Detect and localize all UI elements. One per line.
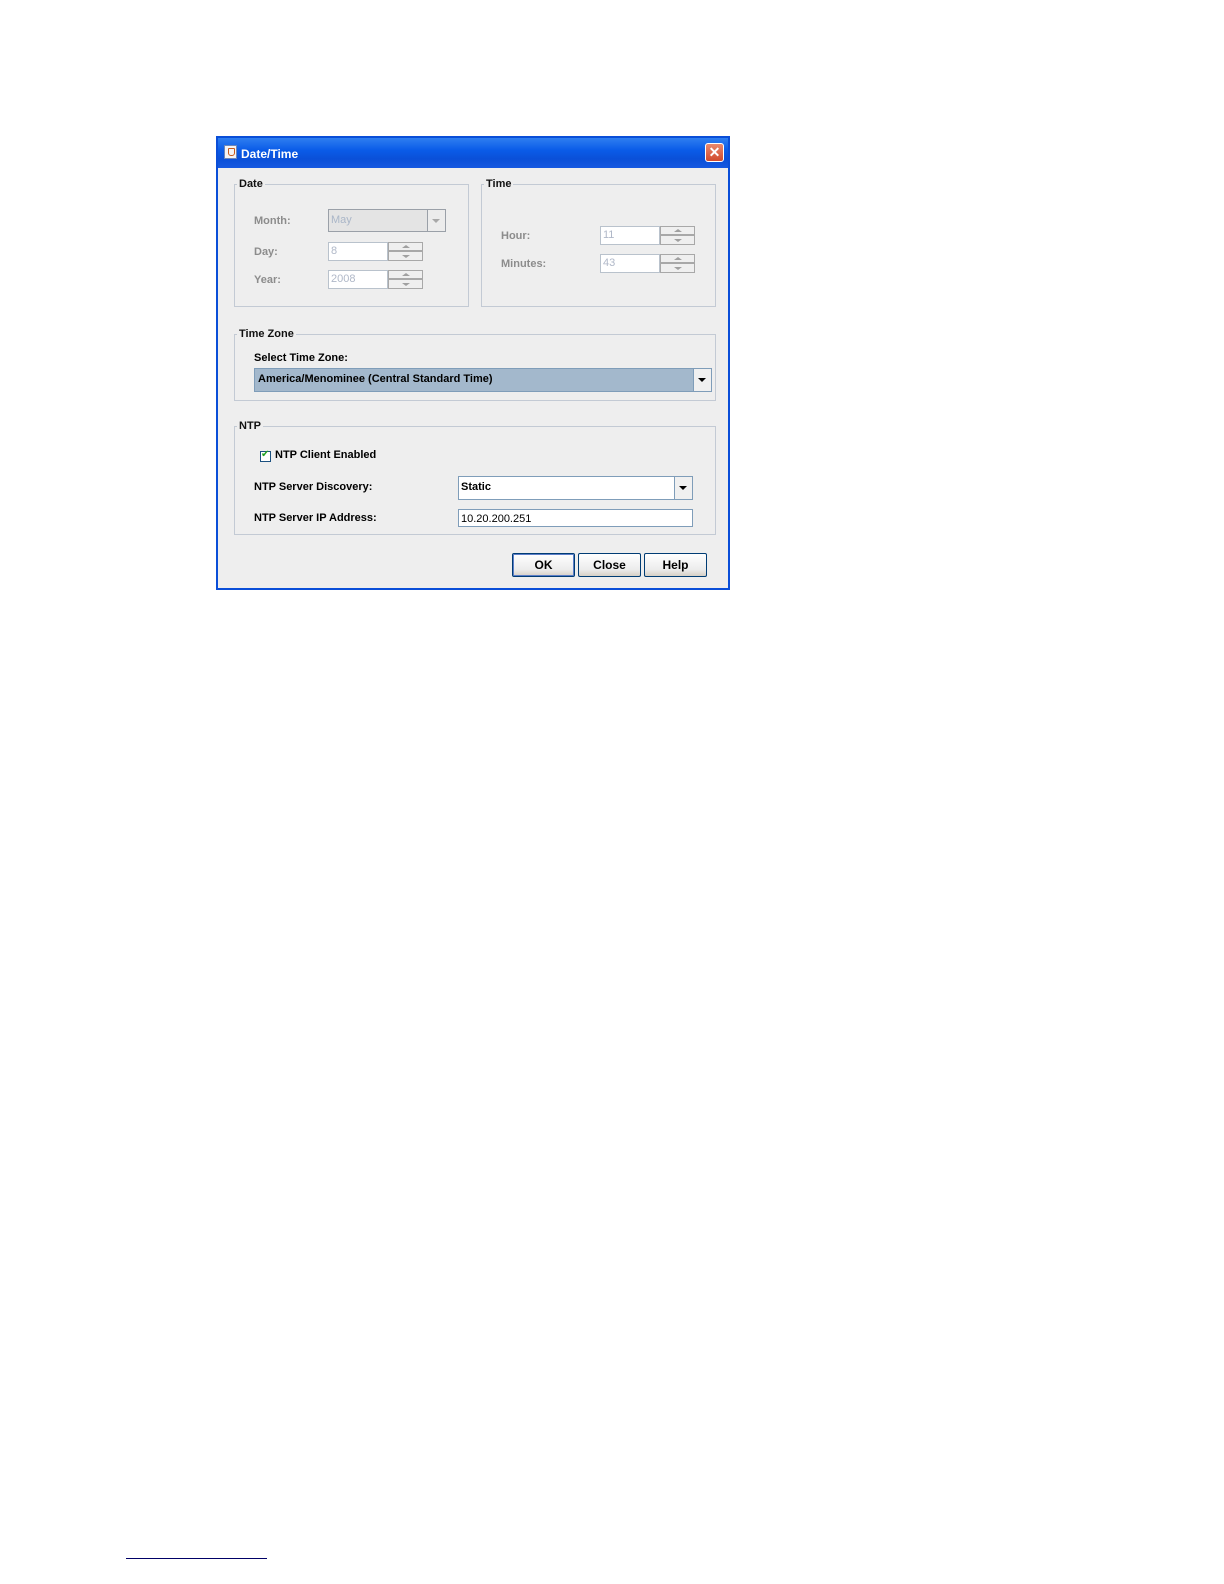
close-button[interactable]: Close (578, 553, 641, 577)
day-label: Day: (254, 246, 278, 258)
year-increment-icon[interactable] (388, 270, 423, 279)
day-input[interactable]: 8 (328, 242, 388, 261)
ntp-client-enabled-checkbox[interactable] (260, 449, 271, 462)
date-time-dialog: Date/Time ✕ Date Month: May Day: 8 Year:… (216, 136, 730, 590)
day-decrement-icon[interactable] (388, 251, 423, 261)
java-app-icon (224, 145, 237, 159)
hour-input[interactable]: 11 (600, 226, 660, 245)
year-input[interactable]: 2008 (328, 270, 388, 289)
chevron-down-icon[interactable] (674, 477, 692, 499)
month-value: May (331, 214, 352, 226)
ntp-client-enabled-label[interactable]: NTP Client Enabled (275, 449, 376, 461)
ntp-discovery-label: NTP Server Discovery: (254, 481, 373, 493)
hour-increment-icon[interactable] (660, 226, 695, 235)
title-bar[interactable]: Date/Time ✕ (218, 138, 728, 168)
timezone-group-legend: Time Zone (239, 328, 294, 340)
month-label: Month: (254, 215, 291, 227)
timezone-value: America/Menominee (Central Standard Time… (258, 373, 493, 385)
ntp-discovery-value: Static (461, 481, 491, 493)
select-timezone-label: Select Time Zone: (254, 352, 348, 364)
ntp-group-legend: NTP (239, 420, 261, 432)
day-increment-icon[interactable] (388, 242, 423, 251)
ok-button[interactable]: OK (512, 553, 575, 577)
minutes-increment-icon[interactable] (660, 254, 695, 263)
hour-decrement-icon[interactable] (660, 235, 695, 245)
chevron-down-icon[interactable] (693, 369, 711, 391)
time-group-legend: Time (486, 178, 512, 190)
window-close-button[interactable]: ✕ (705, 143, 724, 162)
ntp-ip-input[interactable]: 10.20.200.251 (458, 509, 693, 527)
ntp-discovery-select[interactable]: Static (458, 476, 693, 500)
footnote-rule (126, 1558, 267, 1559)
minutes-input[interactable]: 43 (600, 254, 660, 273)
window-title: Date/Time (241, 147, 299, 161)
minutes-label: Minutes: (501, 258, 547, 270)
chevron-down-icon[interactable] (427, 210, 445, 231)
timezone-select[interactable]: America/Menominee (Central Standard Time… (254, 368, 712, 392)
year-decrement-icon[interactable] (388, 279, 423, 289)
minutes-decrement-icon[interactable] (660, 263, 695, 273)
hour-label: Hour: (501, 230, 531, 242)
date-group-legend: Date (239, 178, 263, 190)
help-button[interactable]: Help (644, 553, 707, 577)
month-select[interactable]: May (328, 209, 446, 232)
year-label: Year: (254, 274, 281, 286)
ntp-ip-label: NTP Server IP Address: (254, 512, 377, 524)
